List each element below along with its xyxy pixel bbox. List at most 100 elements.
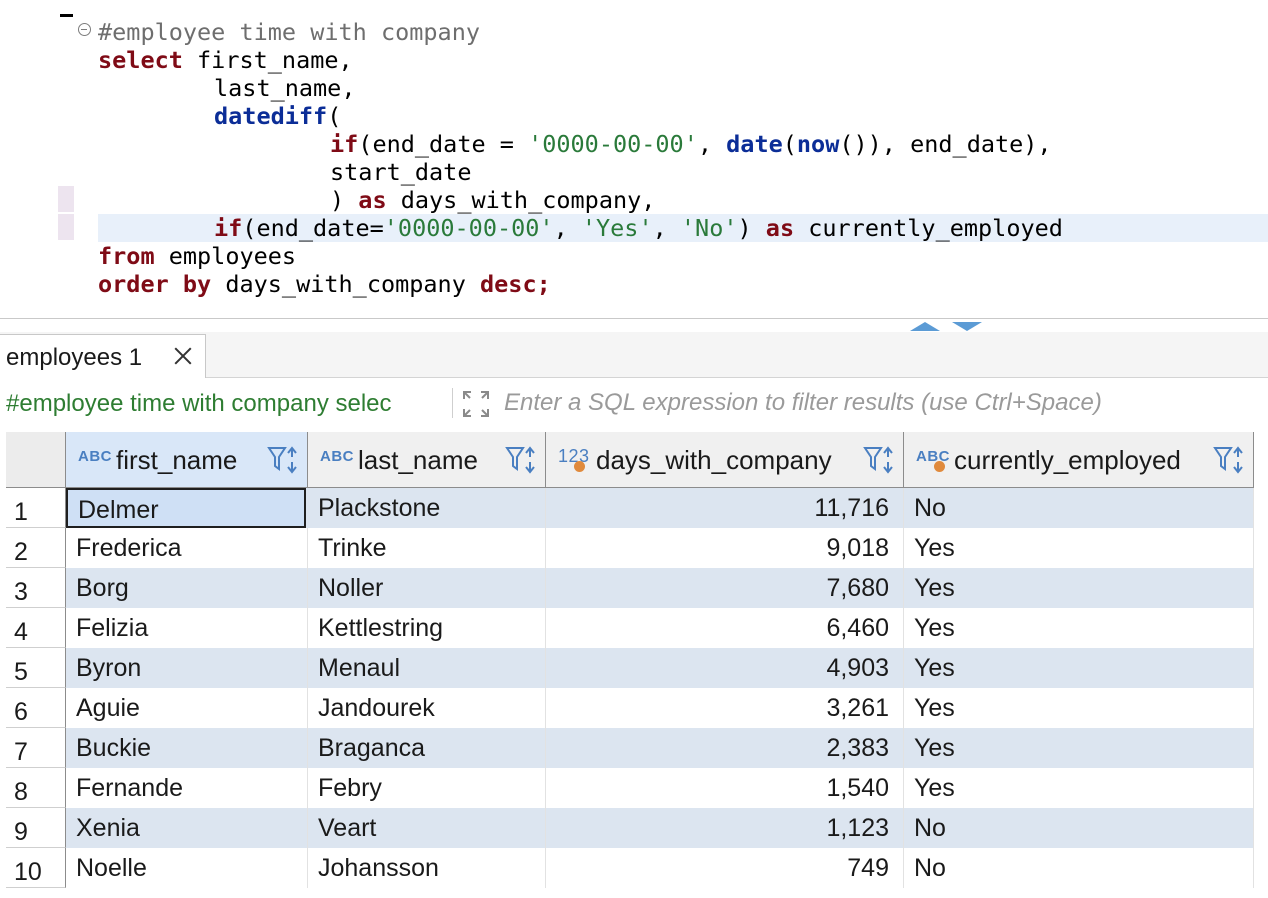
code-text: , xyxy=(652,214,681,242)
string-literal: 'Yes' xyxy=(581,214,653,242)
code-text: first_name, xyxy=(182,46,353,74)
cell-currently-employed[interactable]: Yes xyxy=(904,528,1254,568)
sql-editor[interactable]: #employee time with company select first… xyxy=(0,0,1268,318)
cell-last-name[interactable]: Trinke xyxy=(308,528,546,568)
column-header-currently-employed[interactable]: ABC currently_employed xyxy=(904,432,1254,488)
cell-first-name[interactable]: Felizia xyxy=(66,608,308,648)
cell-first-name[interactable]: Byron xyxy=(66,648,308,688)
column-header-days-with-company[interactable]: 123 days_with_company xyxy=(546,432,904,488)
row-number[interactable]: 9 xyxy=(6,808,66,848)
column-header-last-name[interactable]: ABC last_name xyxy=(308,432,546,488)
cell-first-name[interactable]: Aguie xyxy=(66,688,308,728)
cell-first-name[interactable]: Xenia xyxy=(66,808,308,848)
tab-employees-1[interactable]: employees 1 xyxy=(0,334,206,378)
row-number[interactable]: 1 xyxy=(6,488,66,528)
cell-currently-employed[interactable]: No xyxy=(904,808,1254,848)
close-icon[interactable] xyxy=(172,345,194,367)
table-row[interactable]: Xenia Veart 1,123 No xyxy=(66,808,1254,848)
cell-first-name[interactable]: Noelle xyxy=(66,848,308,888)
cell-first-name[interactable]: Fernande xyxy=(66,768,308,808)
cell-last-name[interactable]: Veart xyxy=(308,808,546,848)
row-number[interactable]: 6 xyxy=(6,688,66,728)
table-row[interactable]: Aguie Jandourek 3,261 Yes xyxy=(66,688,1254,728)
row-number[interactable]: 5 xyxy=(6,648,66,688)
cell-currently-employed[interactable]: Yes xyxy=(904,608,1254,648)
row-number[interactable]: 7 xyxy=(6,728,66,768)
cell-days-with-company[interactable]: 4,903 xyxy=(546,648,904,688)
grid-corner-header[interactable] xyxy=(6,432,66,488)
filter-sort-icon[interactable] xyxy=(504,444,538,476)
cell-days-with-company[interactable]: 3,261 xyxy=(546,688,904,728)
cell-currently-employed[interactable]: Yes xyxy=(904,768,1254,808)
query-name-label[interactable]: #employee time with company selec xyxy=(6,390,392,418)
cell-first-name[interactable]: Buckie xyxy=(66,728,308,768)
cell-days-with-company[interactable]: 6,460 xyxy=(546,608,904,648)
cell-currently-employed[interactable]: No xyxy=(904,488,1254,528)
cell-currently-employed[interactable]: Yes xyxy=(904,648,1254,688)
code-text: ( xyxy=(782,130,797,158)
filter-bar: #employee time with company selec xyxy=(0,384,1268,426)
row-number[interactable]: 3 xyxy=(6,568,66,608)
table-row[interactable]: Noelle Johansson 749 No xyxy=(66,848,1254,888)
code-text: ()), end_date), xyxy=(839,130,1052,158)
divider xyxy=(452,388,453,418)
column-header-first-name[interactable]: ABC first_name xyxy=(66,432,308,488)
cell-last-name[interactable]: Febry xyxy=(308,768,546,808)
row-number[interactable]: 2 xyxy=(6,528,66,568)
cell-days-with-company[interactable]: 1,123 xyxy=(546,808,904,848)
table-row[interactable]: Fernande Febry 1,540 Yes xyxy=(66,768,1254,808)
collapse-icon[interactable] xyxy=(78,23,91,36)
cell-last-name[interactable]: Menaul xyxy=(308,648,546,688)
code-text: , xyxy=(697,130,727,158)
filter-sort-icon[interactable] xyxy=(862,444,896,476)
table-row[interactable]: Byron Menaul 4,903 Yes xyxy=(66,648,1254,688)
row-number[interactable]: 4 xyxy=(6,608,66,648)
cell-last-name[interactable]: Kettlestring xyxy=(308,608,546,648)
expand-icon[interactable] xyxy=(460,388,492,420)
cell-days-with-company[interactable]: 749 xyxy=(546,848,904,888)
table-row[interactable]: Delmer Plackstone 11,716 No xyxy=(66,488,1254,528)
filter-sort-icon[interactable] xyxy=(266,444,300,476)
table-row[interactable]: Buckie Braganca 2,383 Yes xyxy=(66,728,1254,768)
row-number[interactable]: 10 xyxy=(6,848,66,888)
cell-first-name[interactable]: Borg xyxy=(66,568,308,608)
string-literal: '0000-00-00' xyxy=(528,130,698,158)
cell-currently-employed[interactable]: No xyxy=(904,848,1254,888)
code-text: last_name, xyxy=(214,74,356,102)
cell-days-with-company[interactable]: 7,680 xyxy=(546,568,904,608)
keyword-select: select xyxy=(98,46,183,74)
code-line-9: from employees xyxy=(98,242,296,270)
panel-splitter[interactable] xyxy=(0,318,1268,332)
cell-last-name[interactable]: Noller xyxy=(308,568,546,608)
cell-days-with-company[interactable]: 1,540 xyxy=(546,768,904,808)
filter-sort-icon[interactable] xyxy=(1212,444,1246,476)
code-text: currently_employed xyxy=(794,214,1063,242)
cell-days-with-company[interactable]: 9,018 xyxy=(546,528,904,568)
restore-editor-arrow-icon[interactable] xyxy=(952,322,982,331)
cell-currently-employed[interactable]: Yes xyxy=(904,728,1254,768)
table-row[interactable]: Frederica Trinke 9,018 Yes xyxy=(66,528,1254,568)
keyword-order-by: order by xyxy=(98,270,212,298)
code-line-2: select first_name, xyxy=(98,46,353,74)
table-row[interactable]: Felizia Kettlestring 6,460 Yes xyxy=(66,608,1254,648)
string-literal: 'No' xyxy=(680,214,738,242)
cell-last-name[interactable]: Plackstone xyxy=(308,488,546,528)
cell-last-name[interactable]: Johansson xyxy=(308,848,546,888)
cell-days-with-company[interactable]: 2,383 xyxy=(546,728,904,768)
code-text: (end_date= xyxy=(242,214,384,242)
cell-first-name[interactable]: Delmer xyxy=(66,488,306,528)
cell-last-name[interactable]: Braganca xyxy=(308,728,546,768)
cell-currently-employed[interactable]: Yes xyxy=(904,568,1254,608)
row-number[interactable]: 8 xyxy=(6,768,66,808)
filter-expression-input[interactable] xyxy=(504,386,1264,420)
cell-days-with-company[interactable]: 11,716 xyxy=(546,488,904,528)
code-text: start_date xyxy=(330,158,472,186)
table-row[interactable]: Borg Noller 7,680 Yes xyxy=(66,568,1254,608)
column-label: first_name xyxy=(116,445,238,475)
cell-first-name[interactable]: Frederica xyxy=(66,528,308,568)
maximize-results-arrow-icon[interactable] xyxy=(910,322,940,331)
string-literal: '0000-00-00' xyxy=(383,214,554,242)
column-label: days_with_company xyxy=(596,445,832,475)
cell-currently-employed[interactable]: Yes xyxy=(904,688,1254,728)
cell-last-name[interactable]: Jandourek xyxy=(308,688,546,728)
